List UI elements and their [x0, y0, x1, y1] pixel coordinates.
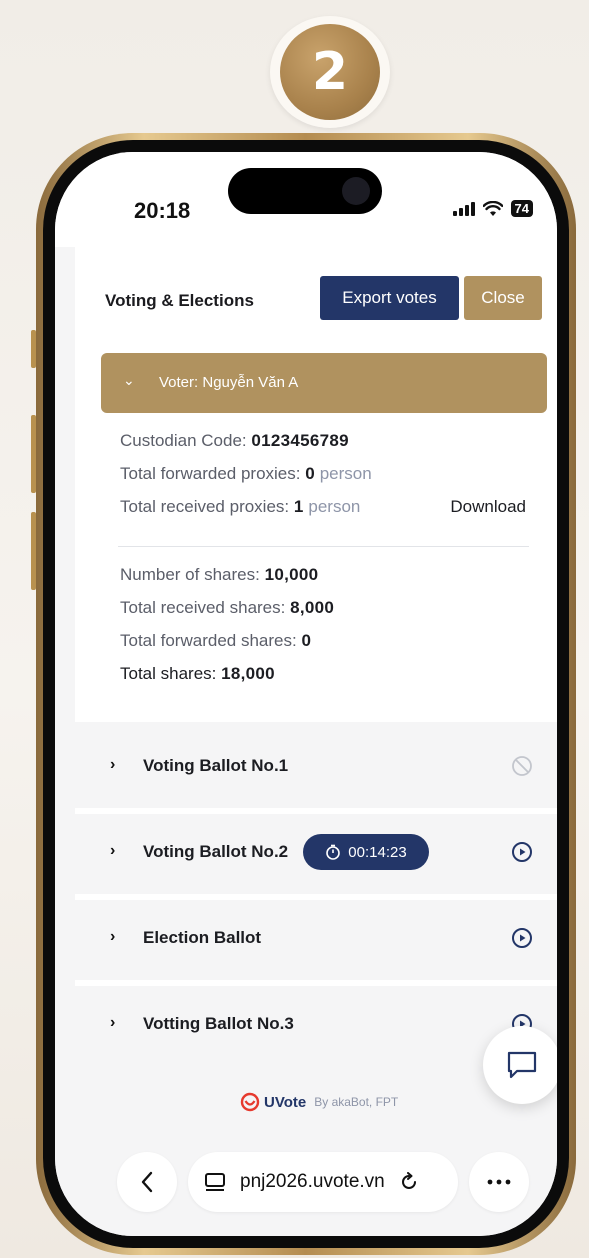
close-button[interactable]: Close	[464, 276, 542, 320]
volume-up-button	[31, 415, 36, 493]
forwarded-shares-row: Total forwarded shares: 0	[120, 631, 312, 650]
back-button[interactable]	[117, 1152, 177, 1212]
disabled-icon	[512, 756, 532, 776]
browser-toolbar: pnj2026.uvote.vn	[55, 1127, 557, 1236]
ballot-row[interactable]: › Election Ballot	[75, 900, 557, 980]
more-icon	[487, 1179, 511, 1185]
mute-switch	[31, 330, 36, 368]
brand-footer: UVote By akaBot, FPT	[240, 1092, 398, 1112]
brand-name: UVote	[264, 1093, 307, 1111]
ballot-row[interactable]: › Voting Ballot No.1	[75, 728, 557, 808]
step-number: 2	[280, 24, 380, 120]
reload-icon[interactable]	[399, 1172, 419, 1192]
play-circle-icon[interactable]	[511, 927, 533, 949]
tab-icon	[205, 1173, 225, 1191]
export-votes-button[interactable]: Export votes	[320, 276, 459, 320]
chevron-right-icon: ›	[110, 756, 116, 773]
ballot-row[interactable]: › Voting Ballot No.2 00:14:23	[75, 814, 557, 894]
forwarded-proxies-row: Total forwarded proxies: 0 person	[120, 464, 372, 483]
shares-row: Number of shares: 10,000	[120, 565, 319, 584]
voter-card: ⌄ Voter: Nguyễn Văn A Custodian Code: 01…	[75, 347, 557, 722]
status-icons: 74	[452, 200, 533, 217]
volume-down-button	[31, 512, 36, 590]
total-shares-row: Total shares: 18,000	[120, 664, 275, 683]
app-header: Voting & Elections Export votes Close	[75, 247, 557, 347]
address-bar[interactable]: pnj2026.uvote.vn	[188, 1152, 458, 1212]
dynamic-island	[228, 168, 382, 214]
status-time: 20:18	[134, 198, 191, 223]
more-options-button[interactable]	[469, 1152, 529, 1212]
voter-name: Voter: Nguyễn Văn A	[159, 374, 299, 391]
uvote-logo-icon	[240, 1092, 260, 1112]
chevron-right-icon: ›	[110, 1014, 116, 1031]
divider	[118, 546, 529, 547]
chat-button[interactable]	[483, 1026, 557, 1104]
signal-icon	[452, 201, 475, 216]
chevron-right-icon: ›	[110, 842, 116, 859]
received-shares-row: Total received shares: 8,000	[120, 598, 335, 617]
ballot-name: Votting Ballot No.3	[143, 1014, 294, 1033]
chevron-down-icon: ⌄	[123, 372, 135, 388]
voter-accordion-header[interactable]: ⌄ Voter: Nguyễn Văn A	[101, 353, 547, 413]
battery-indicator: 74	[510, 200, 533, 217]
download-link[interactable]: Download	[450, 497, 526, 517]
countdown-timer: 00:14:23	[303, 834, 429, 870]
chevron-right-icon: ›	[110, 928, 116, 945]
url-text: pnj2026.uvote.vn	[240, 1171, 385, 1192]
phone-screen: 20:18 74 Voting & Elections Export votes…	[55, 152, 557, 1236]
stopwatch-icon	[326, 844, 341, 860]
custodian-code-value: 0123456789	[251, 431, 349, 450]
ballot-name: Voting Ballot No.1	[143, 756, 289, 775]
brand-byline: By akaBot, FPT	[314, 1095, 399, 1109]
step-badge: 2	[270, 16, 390, 128]
chat-icon	[507, 1051, 537, 1079]
received-proxies-row: Total received proxies: 1 person	[120, 497, 361, 516]
status-bar: 20:18 74	[55, 152, 557, 247]
custodian-code-row: Custodian Code: 0123456789	[120, 431, 349, 450]
page-title: Voting & Elections	[105, 291, 254, 310]
wifi-icon	[482, 200, 503, 216]
ballot-name: Voting Ballot No.2	[143, 842, 289, 861]
chevron-left-icon	[141, 1171, 153, 1193]
play-circle-icon[interactable]	[511, 841, 533, 863]
ballot-name: Election Ballot	[143, 928, 262, 947]
